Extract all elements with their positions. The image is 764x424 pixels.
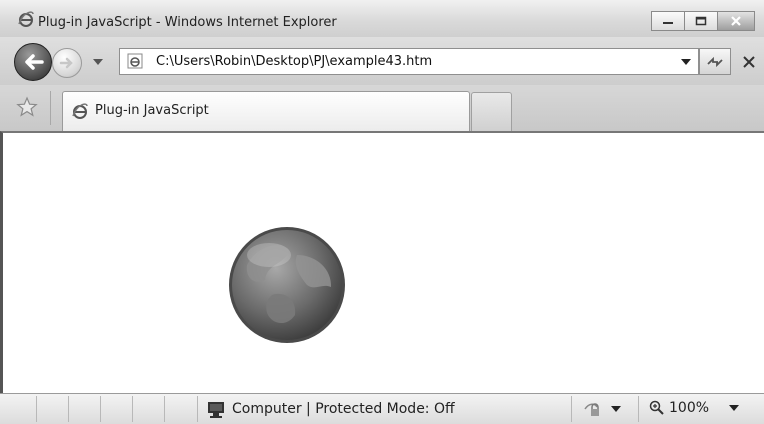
chevron-down-icon xyxy=(729,405,740,411)
navigation-bar: C:\Users\Robin\Desktop\PJ\example43.htm xyxy=(0,37,764,85)
title-bar: Plug-in JavaScript - Windows Internet Ex… xyxy=(0,0,764,37)
page-icon xyxy=(127,53,143,69)
tab-bar: Plug-in JavaScript xyxy=(0,85,764,131)
lock-icon xyxy=(584,403,599,416)
new-tab-button[interactable] xyxy=(471,92,512,131)
forward-arrow-icon xyxy=(59,57,73,69)
zone-label: Computer | Protected Mode: Off xyxy=(232,401,455,417)
status-separator xyxy=(164,396,165,422)
recent-pages-dropdown[interactable] xyxy=(91,55,105,69)
status-separator xyxy=(571,396,572,422)
window-title: Plug-in JavaScript - Windows Internet Ex… xyxy=(38,15,337,30)
refresh-button[interactable] xyxy=(699,48,731,75)
ie-logo-icon xyxy=(72,103,88,119)
status-separator xyxy=(36,396,37,422)
address-dropdown[interactable] xyxy=(679,55,693,69)
status-separator xyxy=(197,396,198,422)
maximize-icon xyxy=(695,16,707,26)
favorites-star-icon[interactable] xyxy=(16,96,38,118)
status-separator xyxy=(100,396,101,422)
status-separator xyxy=(638,396,639,422)
tab-separator xyxy=(50,91,51,125)
status-separator xyxy=(132,396,133,422)
status-bar: Computer | Protected Mode: Off 100% xyxy=(0,393,764,424)
chevron-down-icon xyxy=(681,59,691,65)
maximize-button[interactable] xyxy=(684,11,718,31)
minimize-button[interactable] xyxy=(651,11,685,31)
zoom-icon xyxy=(649,400,664,415)
stop-icon xyxy=(742,55,755,68)
caption-buttons xyxy=(651,11,755,31)
refresh-icon xyxy=(707,56,723,67)
zoom-control[interactable]: 100% xyxy=(649,400,740,416)
address-bar[interactable]: C:\Users\Robin\Desktop\PJ\example43.htm xyxy=(119,48,699,75)
browser-window: Plug-in JavaScript - Windows Internet Ex… xyxy=(0,0,764,424)
chevron-down-icon xyxy=(611,406,621,412)
url-text[interactable]: C:\Users\Robin\Desktop\PJ\example43.htm xyxy=(156,54,432,69)
zoom-level: 100% xyxy=(669,400,710,416)
back-button[interactable] xyxy=(14,43,52,81)
forward-button[interactable] xyxy=(52,48,82,78)
back-arrow-icon xyxy=(25,54,44,70)
stop-button[interactable] xyxy=(733,48,764,75)
minimize-icon xyxy=(663,22,673,24)
close-icon xyxy=(731,16,741,26)
security-zone[interactable]: Computer | Protected Mode: Off xyxy=(206,400,455,418)
tab-plug-in-javascript[interactable]: Plug-in JavaScript xyxy=(62,91,470,131)
page-content xyxy=(0,131,764,393)
protected-mode-button[interactable] xyxy=(583,401,621,417)
tab-label: Plug-in JavaScript xyxy=(95,103,209,118)
computer-icon xyxy=(208,402,224,418)
ie-logo-icon xyxy=(18,11,34,27)
status-separator xyxy=(68,396,69,422)
globe-icon xyxy=(229,227,345,343)
close-button[interactable] xyxy=(717,11,755,31)
chevron-down-icon xyxy=(93,59,103,65)
